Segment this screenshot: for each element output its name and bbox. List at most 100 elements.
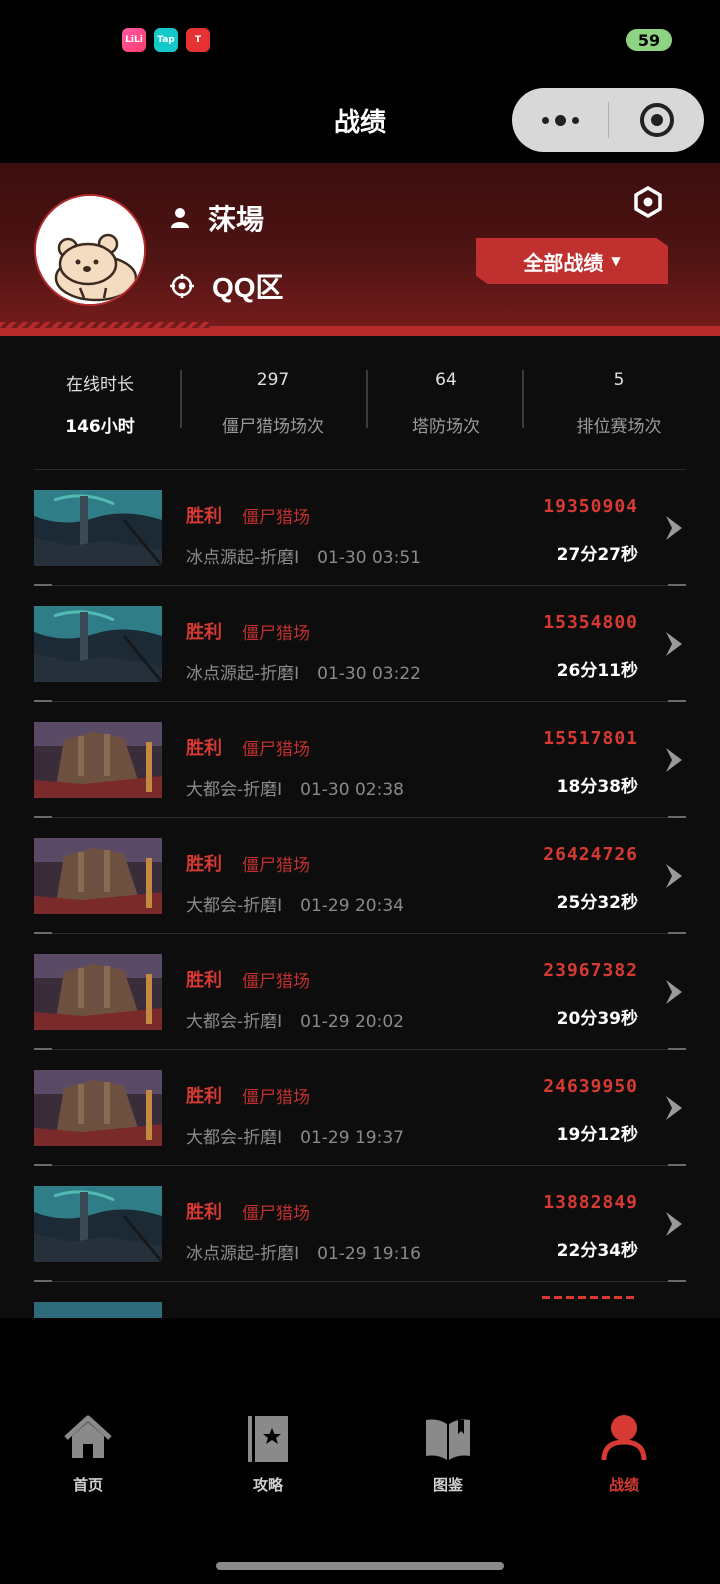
list-item[interactable]: 胜利 僵尸猎场 大都会-折磨I 01-29 20:34 26424726 25分32秒 <box>0 818 720 934</box>
match-score: 15354800 <box>543 612 638 633</box>
map-and-time: 冰点源起-折磨I 01-30 03:22 <box>186 659 421 684</box>
navigation-bar: 战绩 <box>0 80 720 164</box>
match-duration: 22分34秒 <box>556 1241 638 1261</box>
map-and-time: 大都会-折磨I 01-29 19:37 <box>186 1123 404 1148</box>
list-item[interactable]: 胜利 僵尸猎场 冰点源起-折磨I 01-30 03:22 15354800 26分11秒 <box>0 586 720 702</box>
profile-header: 莯場 QQ区 全部战绩 ▼ <box>0 164 720 336</box>
match-duration: 20分39秒 <box>556 1009 638 1029</box>
region-row: QQ区 <box>170 266 284 306</box>
map-name: 冰点源起-折磨I <box>186 548 300 568</box>
list-item[interactable]: 胜利 僵尸猎场冰点源起-折磨I 01-29 19:16 13882849 22分34秒 <box>0 1166 720 1282</box>
match-score: 19350904 <box>543 496 638 517</box>
stat-ranked-games: 5 排位赛场次 <box>548 370 690 437</box>
close-button[interactable] <box>609 88 704 152</box>
list-item[interactable]: 胜利 僵尸猎场 大都会-折磨I 01-29 20:02 23967382 20分39秒 <box>0 934 720 1050</box>
bear-avatar-icon <box>36 196 144 304</box>
list-item[interactable]: 胜利 僵尸猎场大都会-折磨I 01-30 02:38 15517801 18分38秒 <box>0 702 720 818</box>
chevron-right-icon[interactable] <box>664 978 686 1006</box>
city-map-thumbnail-icon <box>34 722 162 798</box>
ice-map-thumbnail-icon <box>34 606 162 682</box>
match-result: 胜利 <box>186 738 222 759</box>
map-name: 大都会-折磨I <box>186 896 283 916</box>
settings-hexagon-icon[interactable] <box>632 186 664 218</box>
match-time: 01-29 19:16 <box>317 1244 421 1264</box>
list-item[interactable] <box>0 1282 720 1318</box>
header-bottom-bar <box>0 328 720 336</box>
tab-guide[interactable]: 攻略 <box>218 1412 318 1495</box>
map-and-time: 大都会-折磨I 01-30 02:38 <box>186 775 404 800</box>
stat-divider <box>180 370 182 428</box>
match-result: 胜利 <box>186 1202 222 1223</box>
match-record-list: 胜利 僵尸猎场 冰点源起-折磨I 01-30 03:51 19350904 27分27秒胜… <box>0 470 720 1318</box>
stat-label: 排位赛场次 <box>576 417 662 437</box>
map-and-time: 冰点源起-折磨I 01-30 03:51 <box>186 543 421 568</box>
stat-label: 在线时长 <box>66 375 134 395</box>
person-icon <box>601 1415 647 1461</box>
caret-down-icon: ▼ <box>611 254 621 268</box>
ice-map-thumbnail-icon <box>34 1302 162 1318</box>
chevron-right-icon[interactable] <box>664 514 686 542</box>
stat-label: 僵尸猎场场次 <box>222 417 324 437</box>
stat-value: 64 <box>435 370 457 390</box>
tab-label: 攻略 <box>252 1476 283 1494</box>
ice-map-thumbnail-icon <box>34 490 162 566</box>
user-icon <box>171 208 189 228</box>
map-name: 大都会-折磨I <box>186 780 283 800</box>
game-mode: 僵尸猎场 <box>242 1204 310 1224</box>
match-duration: 27分27秒 <box>556 545 638 565</box>
tab-records[interactable]: 战绩 <box>574 1412 674 1495</box>
map-thumbnail <box>34 606 162 682</box>
stat-online-time: 在线时长 146小时 <box>34 370 166 437</box>
city-map-thumbnail-icon <box>34 954 162 1030</box>
match-duration: 25分32秒 <box>556 893 638 913</box>
match-time: 01-30 02:38 <box>300 780 404 800</box>
crosshair-icon <box>170 274 194 298</box>
stat-divider <box>366 370 368 428</box>
all-records-filter-button[interactable]: 全部战绩 ▼ <box>476 238 668 284</box>
chevron-right-icon[interactable] <box>664 1094 686 1122</box>
city-map-thumbnail-icon <box>34 838 162 914</box>
guide-book-icon <box>248 1416 288 1462</box>
match-time: 01-30 03:51 <box>317 548 421 568</box>
tab-label: 首页 <box>72 1476 103 1494</box>
city-map-thumbnail-icon <box>34 1070 162 1146</box>
home-indicator[interactable] <box>216 1562 504 1570</box>
match-score: 15517801 <box>543 728 638 749</box>
match-time: 01-29 20:02 <box>300 1012 404 1032</box>
more-button[interactable] <box>512 88 608 152</box>
map-name: 大都会-折磨I <box>186 1128 283 1148</box>
match-time: 01-30 03:22 <box>317 664 421 684</box>
username: 莯場 <box>208 204 265 235</box>
filter-label: 全部战绩 <box>523 250 604 275</box>
stat-tower-defense-games: 64 塔防场次 <box>380 370 512 437</box>
map-thumbnail <box>34 1186 162 1262</box>
match-score: 13882849 <box>543 1192 638 1213</box>
stat-value: 297 <box>256 370 290 390</box>
chevron-right-icon[interactable] <box>664 630 686 658</box>
map-thumbnail <box>34 490 162 566</box>
bottom-tab-bar: 首页 攻略 图鉴 战绩 <box>0 1376 720 1584</box>
map-thumbnail <box>34 1302 162 1318</box>
tab-encyclopedia[interactable]: 图鉴 <box>398 1412 498 1495</box>
match-score: 24639950 <box>543 1076 638 1097</box>
match-duration: 18分38秒 <box>556 777 638 797</box>
battery-indicator: 59 <box>626 29 672 51</box>
map-thumbnail <box>34 954 162 1030</box>
tab-home[interactable]: 首页 <box>38 1412 138 1495</box>
match-result: 胜利 <box>186 622 222 643</box>
game-mode: 僵尸猎场 <box>242 508 310 528</box>
chevron-right-icon[interactable] <box>664 746 686 774</box>
chevron-right-icon[interactable] <box>664 862 686 890</box>
match-score: 23967382 <box>543 960 638 981</box>
game-mode: 僵尸猎场 <box>242 624 310 644</box>
close-target-icon <box>639 103 674 137</box>
map-thumbnail <box>34 838 162 914</box>
list-item[interactable]: 胜利 僵尸猎场 大都会-折磨I 01-29 19:37 24639950 19分12秒 <box>0 1050 720 1166</box>
map-name: 冰点源起-折磨I <box>186 1244 300 1264</box>
map-and-time: 冰点源起-折磨I 01-29 19:16 <box>186 1239 421 1264</box>
avatar[interactable] <box>34 194 146 306</box>
list-item[interactable]: 胜利 僵尸猎场 冰点源起-折磨I 01-30 03:51 19350904 27分27秒 <box>0 470 720 586</box>
game-mode: 僵尸猎场 <box>242 740 310 760</box>
chevron-right-icon[interactable] <box>664 1210 686 1238</box>
open-book-icon <box>426 1419 470 1460</box>
